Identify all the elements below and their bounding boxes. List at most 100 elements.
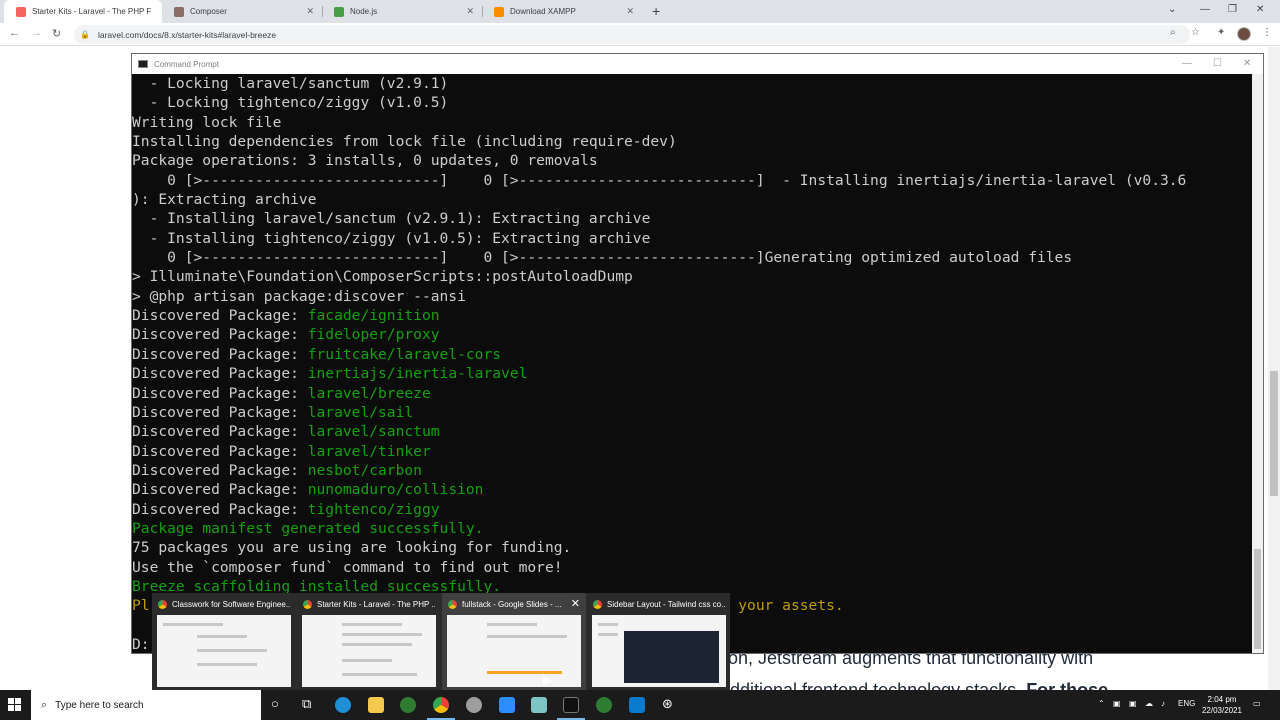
clock-date: 22/03/2021 — [1201, 706, 1243, 715]
thumbnail-label: fullstack - Google Slides - ... — [462, 599, 562, 609]
close-icon[interactable]: ✕ — [306, 6, 314, 17]
terminal-text: Discovered Package: — [132, 307, 308, 325]
thumbnail-fullstack-slides[interactable]: fullstack - Google Slides - ... ✕ — [442, 593, 586, 690]
hs-app-icon[interactable] — [400, 697, 416, 713]
url-input[interactable]: 🔒 laravel.com/docs/8.x/starter-kits#lara… — [74, 25, 1190, 44]
zoom-app-icon[interactable] — [499, 697, 515, 713]
terminal-line: - Installing tightenco/ziggy (v1.0.5): E… — [132, 229, 1252, 248]
close-icon[interactable]: ✕ — [626, 6, 634, 17]
terminal-line: Use the `composer fund` command to find … — [132, 558, 1252, 577]
terminal-output[interactable]: - Locking laravel/sanctum (v2.9.1) - Loc… — [132, 74, 1252, 653]
taskbar-clock[interactable]: 2:04 pm 22/03/2021 — [1198, 694, 1246, 716]
close-window-button[interactable]: ✕ — [1256, 4, 1264, 15]
tab-nodejs[interactable]: Node.js ✕ — [322, 0, 482, 23]
terminal-line: Package operations: 3 installs, 0 update… — [132, 151, 1252, 170]
close-icon[interactable]: ✕ — [571, 597, 580, 610]
maximize-button[interactable]: ❐ — [1228, 4, 1237, 15]
page-scrollbar-thumb[interactable] — [1270, 371, 1278, 496]
thumbnail-title: Classwork for Software Enginee... — [158, 598, 290, 610]
terminal-text: Discovered Package: — [132, 461, 308, 479]
tab-label: Composer — [190, 7, 227, 16]
tray-app-icon[interactable]: ▣ — [1129, 699, 1137, 708]
terminal-line: Discovered Package: facade/ignition — [132, 306, 1252, 325]
thumbnail-classwork[interactable]: Classwork for Software Enginee... — [152, 593, 296, 690]
extensions-icon[interactable]: ✦ — [1217, 27, 1225, 38]
terminal-line: 0 [>---------------------------] 0 [>---… — [132, 248, 1252, 267]
terminal-line: Installing dependencies from lock file (… — [132, 132, 1252, 151]
hs-app-icon[interactable] — [596, 697, 612, 713]
close-icon[interactable]: ✕ — [466, 6, 474, 17]
zoom-icon[interactable]: ⌕ — [1170, 27, 1176, 38]
terminal-line: 0 [>---------------------------] 0 [>---… — [132, 171, 1252, 190]
thumbnail-sidebar-layout[interactable]: Sidebar Layout - Tailwind css co... — [587, 593, 731, 690]
minimize-button[interactable]: — — [1182, 58, 1192, 69]
terminal-line: ): Extracting archive — [132, 190, 1252, 209]
command-prompt-title: Command Prompt — [154, 59, 219, 69]
new-tab-button[interactable]: + — [652, 3, 660, 19]
close-window-button[interactable]: ✕ — [1243, 58, 1251, 69]
terminal-line: Discovered Package: tightenco/ziggy — [132, 500, 1252, 519]
taskbar-search-input[interactable]: ⌕ Type here to search — [31, 690, 261, 720]
network-icon[interactable]: ☁ — [1145, 699, 1153, 708]
terminal-line: Package manifest generated successfully. — [132, 519, 1252, 538]
tab-starter-kits[interactable]: Starter Kits - Laravel - The PHP F — [4, 0, 162, 23]
terminal-text: Discovered Package: — [132, 442, 308, 460]
app-icon[interactable]: ⊛ — [662, 696, 673, 712]
vscode-icon[interactable] — [629, 697, 645, 713]
terminal-text: > Illuminate\Foundation\ComposerScripts:… — [132, 268, 633, 286]
maximize-button[interactable]: ☐ — [1213, 58, 1222, 69]
tab-search-icon[interactable]: ⌄ — [1168, 4, 1176, 15]
terminal-scrollbar[interactable] — [1252, 74, 1263, 653]
terminal-text: ): Extracting archive — [132, 191, 317, 209]
volume-icon[interactable]: ♪ — [1161, 699, 1165, 708]
reload-button[interactable]: ↻ — [52, 27, 61, 40]
terminal-line: Discovered Package: fideloper/proxy — [132, 325, 1252, 344]
app-icon[interactable] — [466, 697, 482, 713]
terminal-text: 75 packages you are using are looking fo… — [132, 539, 572, 557]
terminal-line: Discovered Package: nunomaduro/collision — [132, 480, 1252, 499]
xampp-favicon-icon — [494, 6, 504, 17]
slide-accent — [487, 671, 562, 674]
edge-icon[interactable] — [335, 697, 351, 713]
thumbnail-preview — [447, 615, 581, 687]
thumbnail-starter-kits[interactable]: Starter Kits - Laravel - The PHP ... — [297, 593, 441, 690]
terminal-text: Discovered Package: — [132, 481, 308, 499]
minimize-button[interactable]: — — [1200, 4, 1210, 15]
command-prompt-titlebar[interactable]: Command Prompt — ☐ ✕ — [132, 54, 1263, 74]
language-indicator[interactable]: ENG — [1178, 699, 1195, 708]
thumbnail-label: Starter Kits - Laravel - The PHP ... — [317, 599, 435, 609]
menu-dots-icon[interactable]: ⋮ — [1262, 27, 1272, 38]
tab-composer[interactable]: Composer ✕ — [162, 0, 322, 23]
file-explorer-icon[interactable] — [368, 697, 384, 713]
profile-avatar[interactable] — [1237, 27, 1251, 41]
terminal-line: 75 packages you are using are looking fo… — [132, 538, 1252, 557]
command-prompt-taskbar-icon[interactable] — [563, 697, 579, 713]
tab-download-xampp[interactable]: Download XAMPP ✕ — [482, 0, 642, 23]
terminal-text: Discovered Package: — [132, 326, 308, 344]
terminal-text: Installing dependencies from lock file (… — [132, 133, 677, 151]
cortana-icon[interactable]: ○ — [271, 696, 279, 711]
thumbnail-label: Sidebar Layout - Tailwind css co... — [607, 599, 725, 609]
forward-button[interactable]: → — [31, 27, 42, 39]
terminal-text: Pl — [132, 597, 150, 615]
chrome-icon — [158, 599, 167, 609]
show-hidden-icons-icon[interactable]: ⌃ — [1098, 699, 1105, 708]
command-prompt-window[interactable]: Command Prompt — ☐ ✕ - Locking laravel/s… — [131, 53, 1264, 654]
tray-app-icon[interactable]: ▣ — [1113, 699, 1121, 708]
thumbnail-title: Starter Kits - Laravel - The PHP ... — [303, 598, 435, 610]
terminal-text: inertiajs/inertia-laravel — [307, 365, 528, 383]
terminal-text: Package manifest generated successfully. — [132, 519, 484, 537]
tab-label: Starter Kits - Laravel - The PHP F — [32, 7, 152, 16]
task-view-icon[interactable]: ⧉ — [302, 696, 311, 712]
notifications-icon[interactable]: ▭ — [1253, 699, 1261, 708]
page-scrollbar[interactable] — [1268, 47, 1280, 690]
bookmark-star-icon[interactable]: ☆ — [1191, 27, 1200, 38]
terminal-scrollbar-thumb[interactable] — [1254, 549, 1261, 649]
back-button[interactable]: ← — [9, 27, 20, 39]
search-placeholder: Type here to search — [55, 699, 144, 711]
terminal-line: - Locking laravel/sanctum (v2.9.1) — [132, 74, 1252, 93]
app-icon[interactable] — [531, 697, 547, 713]
lock-icon: 🔒 — [80, 30, 90, 39]
windows-start-icon[interactable] — [8, 698, 22, 712]
chrome-taskbar-icon[interactable] — [433, 697, 449, 713]
